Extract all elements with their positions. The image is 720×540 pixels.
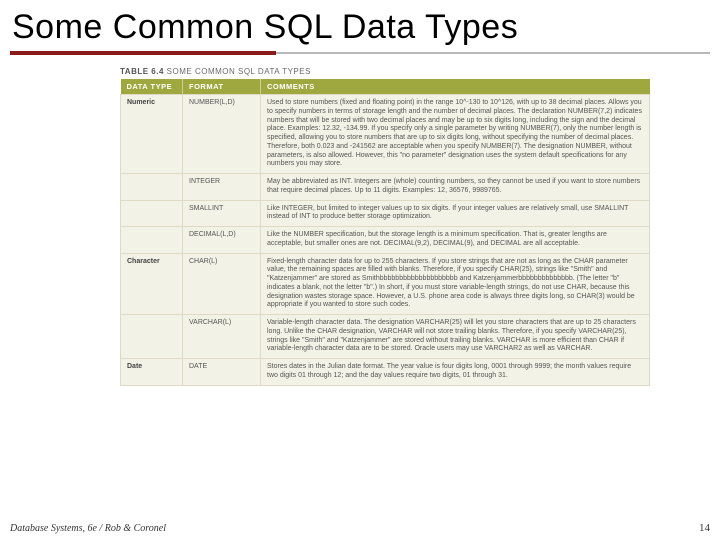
cell-comments: Like the NUMBER specification, but the s…	[261, 227, 650, 254]
cell-format: DECIMAL(L,D)	[183, 227, 261, 254]
cell-datatype	[121, 227, 183, 254]
cell-comments: Stores dates in the Julian date format. …	[261, 359, 650, 386]
table-caption-text: Some Common SQL Data Types	[167, 67, 311, 76]
title-rule	[10, 51, 710, 55]
slide: Some Common SQL Data Types TABLE 6.4 Som…	[0, 0, 720, 540]
cell-datatype: Character	[121, 253, 183, 315]
col-header-format: Format	[183, 79, 261, 95]
page-number: 14	[699, 522, 710, 534]
table-caption: TABLE 6.4 Some Common SQL Data Types	[120, 67, 650, 76]
rule-line	[276, 52, 710, 54]
cell-format: INTEGER	[183, 174, 261, 201]
table-number: TABLE 6.4	[120, 67, 164, 76]
table-row: DECIMAL(L,D) Like the NUMBER specificati…	[121, 227, 650, 254]
cell-comments: May be abbreviated as INT. Integers are …	[261, 174, 650, 201]
cell-comments: Variable-length character data. The desi…	[261, 315, 650, 359]
cell-format: DATE	[183, 359, 261, 386]
footer-text: Database Systems, 6e / Rob & Coronel	[10, 523, 166, 534]
table-row: Numeric NUMBER(L,D) Used to store number…	[121, 95, 650, 174]
table-row: Character CHAR(L) Fixed-length character…	[121, 253, 650, 315]
page-title: Some Common SQL Data Types	[12, 8, 710, 47]
cell-comments: Fixed-length character data for up to 25…	[261, 253, 650, 315]
cell-datatype	[121, 174, 183, 201]
cell-datatype: Numeric	[121, 95, 183, 174]
cell-format: VARCHAR(L)	[183, 315, 261, 359]
table-container: TABLE 6.4 Some Common SQL Data Types Dat…	[120, 67, 650, 386]
cell-datatype	[121, 315, 183, 359]
cell-datatype: Date	[121, 359, 183, 386]
col-header-datatype: Data Type	[121, 79, 183, 95]
cell-format: SMALLINT	[183, 200, 261, 227]
table-row: SMALLINT Like INTEGER, but limited to in…	[121, 200, 650, 227]
data-types-table: Data Type Format Comments Numeric NUMBER…	[120, 79, 650, 386]
cell-comments: Like INTEGER, but limited to integer val…	[261, 200, 650, 227]
rule-accent	[10, 51, 276, 55]
table-row: Date DATE Stores dates in the Julian dat…	[121, 359, 650, 386]
cell-comments: Used to store numbers (fixed and floatin…	[261, 95, 650, 174]
table-header-row: Data Type Format Comments	[121, 79, 650, 95]
cell-datatype	[121, 200, 183, 227]
table-row: INTEGER May be abbreviated as INT. Integ…	[121, 174, 650, 201]
col-header-comments: Comments	[261, 79, 650, 95]
cell-format: NUMBER(L,D)	[183, 95, 261, 174]
table-row: VARCHAR(L) Variable-length character dat…	[121, 315, 650, 359]
cell-format: CHAR(L)	[183, 253, 261, 315]
